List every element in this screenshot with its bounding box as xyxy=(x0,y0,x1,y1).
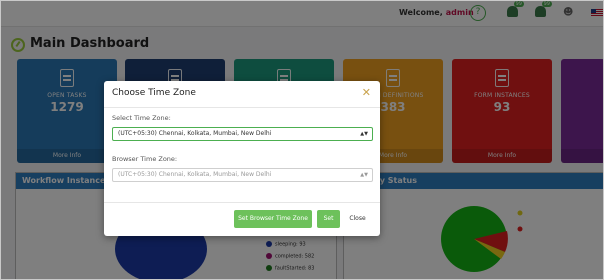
time-zone-modal: Choose Time Zone ✕ Select Time Zone: (UT… xyxy=(104,81,380,236)
close-icon[interactable]: ✕ xyxy=(362,86,371,99)
chevron-up-down-icon: ▲▼ xyxy=(360,131,368,137)
close-button[interactable]: Close xyxy=(344,210,371,228)
browser-time-zone-value: (UTC+05:30) Chennai, Kolkata, Mumbai, Ne… xyxy=(118,171,272,178)
chevron-up-down-icon: ▲▼ xyxy=(360,172,368,178)
modal-title: Choose Time Zone xyxy=(112,88,196,98)
set-button[interactable]: Set xyxy=(317,210,340,228)
time-zone-select[interactable]: (UTC+05:30) Chennai, Kolkata, Mumbai, Ne… xyxy=(112,127,373,141)
browser-time-zone-label: Browser Time Zone: xyxy=(112,155,178,163)
divider xyxy=(104,202,380,203)
select-time-zone-label: Select Time Zone: xyxy=(112,114,171,122)
time-zone-select-value: (UTC+05:30) Chennai, Kolkata, Mumbai, Ne… xyxy=(118,130,272,137)
divider xyxy=(104,107,380,108)
page: Welcome,admin ? 99 99 ☻ Main Dashboard O… xyxy=(0,0,604,280)
set-browser-time-zone-button[interactable]: Set Browser Time Zone xyxy=(234,210,312,228)
browser-time-zone-select: (UTC+05:30) Chennai, Kolkata, Mumbai, Ne… xyxy=(112,168,373,182)
